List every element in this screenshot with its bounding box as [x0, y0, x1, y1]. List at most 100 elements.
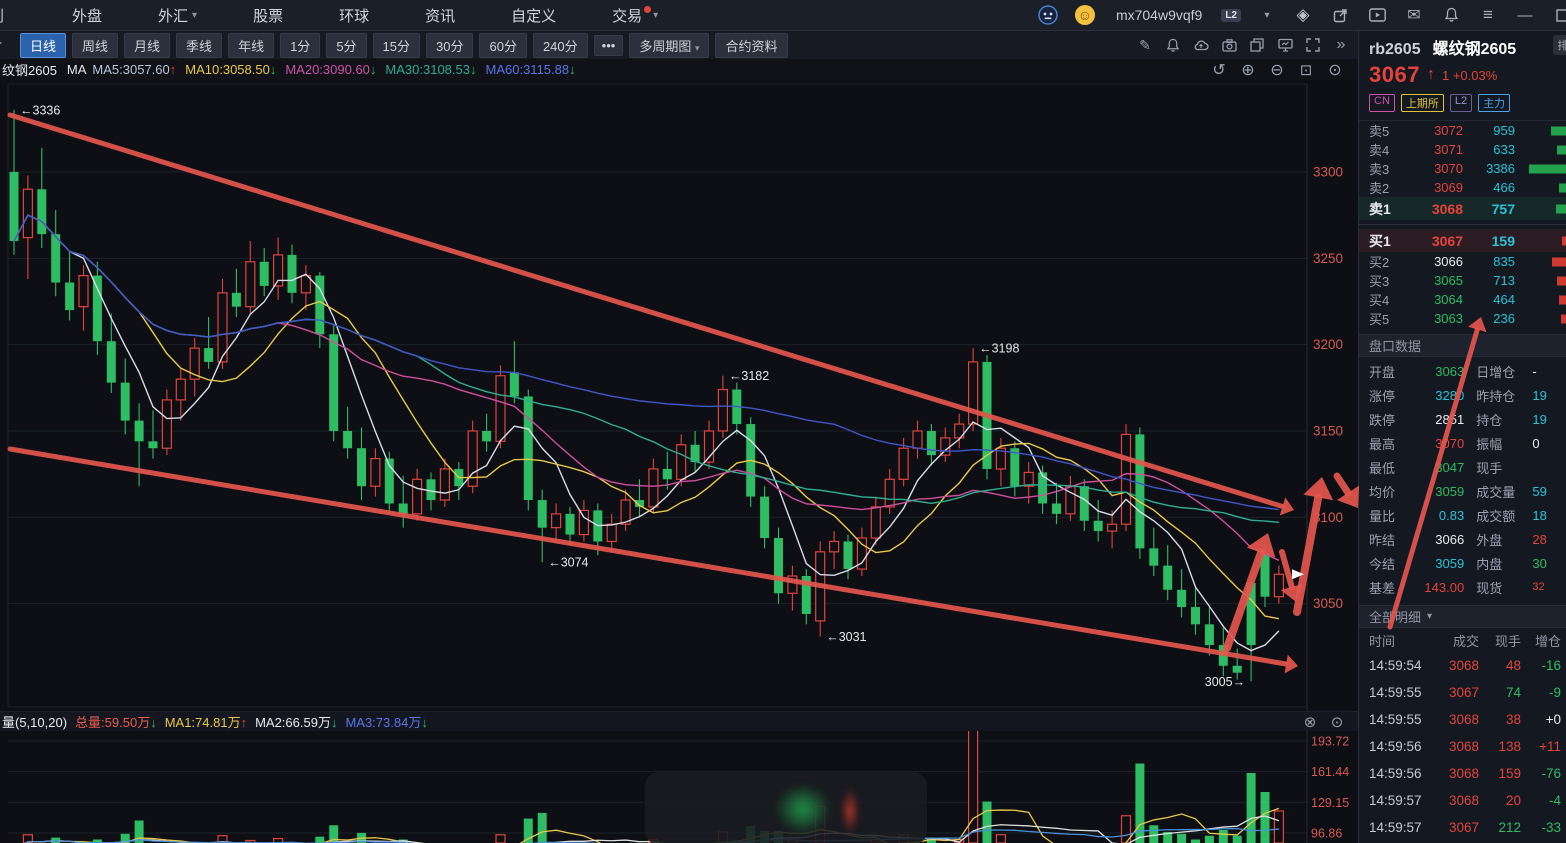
volume-ma-values: 总量:59.50万↓ MA1:74.81万↑ MA2:66.59万↓ MA3:73.8… — [75, 712, 428, 731]
menu-item-外盘[interactable]: 外盘 — [72, 5, 102, 26]
trade-qty: 38 — [1505, 712, 1521, 727]
camera-icon[interactable] — [1220, 36, 1238, 54]
tab-15分[interactable]: 15分 — [372, 32, 421, 58]
menu-item-资讯[interactable]: 资讯 — [425, 5, 455, 26]
alert-bell-icon[interactable] — [1164, 36, 1182, 54]
contract-info-button[interactable]: 合约资料 — [715, 32, 788, 58]
copy-windows-icon[interactable] — [1248, 36, 1266, 54]
fullscreen-icon[interactable] — [1304, 36, 1322, 54]
menu-item-自定义[interactable]: 自定义 — [511, 5, 556, 26]
tab-年线[interactable]: 年线 — [228, 32, 275, 58]
sell-level-row[interactable]: 卖2 3069 466 — [1359, 178, 1566, 197]
layers-icon[interactable]: ◈ — [1293, 5, 1313, 25]
sell-level-row[interactable]: 卖4 3071 633 — [1359, 140, 1566, 159]
level-label: 卖5 — [1369, 124, 1390, 139]
down-arrow-icon: ↓ — [369, 62, 377, 77]
indicator-settings-icon[interactable]: ⊙ — [1328, 713, 1346, 731]
pankou-value: 59 — [1532, 483, 1547, 499]
trade-detail-row: 14:59:55 3067 74 -9 — [1359, 679, 1566, 706]
tab-月线[interactable]: 月线 — [124, 32, 171, 58]
buy-level-row[interactable]: 买5 3063 236 — [1359, 309, 1566, 328]
buy-level-row[interactable]: 买1 3067 159 — [1359, 229, 1566, 252]
level-label: 买4 — [1369, 293, 1390, 308]
caret-down-icon: ▾ — [694, 42, 700, 53]
pankou-label: 日增仓 — [1476, 364, 1516, 380]
level-price: 3068 — [1431, 200, 1463, 217]
details-section-header[interactable]: 全部明细 ▾ — [1359, 605, 1566, 628]
assistant-robot-icon[interactable] — [1038, 5, 1058, 25]
pankou-value: 3070 — [1435, 435, 1465, 451]
pankou-label: 振幅 — [1476, 436, 1503, 452]
last-price: 3067 — [1369, 62, 1420, 87]
restore-window-icon[interactable]: ⊡ — [1297, 61, 1315, 79]
monitor-icon[interactable] — [1276, 36, 1294, 54]
tab-240分[interactable]: 240分 — [532, 32, 588, 58]
tab-5分[interactable]: 5分 — [326, 32, 367, 58]
maximize-icon[interactable] — [1552, 5, 1566, 25]
trade-price: 3067 — [1448, 685, 1479, 700]
buy-level-row[interactable]: 买3 3065 713 — [1359, 271, 1566, 290]
zoom-out-icon[interactable]: ⊖ — [1268, 61, 1286, 79]
trade-price: 3068 — [1448, 766, 1479, 781]
pankou-row: 今结 3059 内盘 30 — [1359, 551, 1566, 575]
video-icon[interactable] — [1367, 5, 1387, 25]
cloud-icon[interactable] — [1192, 36, 1210, 54]
undo-icon[interactable]: ↺ — [1210, 61, 1228, 79]
close-indicator-icon[interactable]: ⊗ — [1301, 713, 1319, 731]
trade-detail-row: 14:59:54 3068 48 -16 — [1359, 652, 1566, 679]
list-icon[interactable]: ≡ — [1478, 5, 1498, 25]
ma-prefix-label: MA — [66, 62, 87, 77]
user-avatar[interactable]: ☺ — [1074, 5, 1095, 25]
draw-pencil-icon[interactable]: ✎ — [1136, 36, 1154, 54]
tab-季线[interactable]: 季线 — [176, 32, 223, 58]
pankou-value: 143.00 — [1424, 579, 1465, 595]
sell-level-row[interactable]: 卖5 3072 959 — [1359, 121, 1566, 140]
more-periods-button[interactable]: ••• — [593, 34, 624, 56]
share-icon[interactable] — [1330, 5, 1350, 25]
menu-item-环球[interactable]: 环球 — [339, 5, 369, 26]
chart-tool-icons: ✎ » — [1136, 36, 1358, 54]
sell-level-row[interactable]: 卖1 3068 757 — [1359, 197, 1566, 220]
sell-level-row[interactable]: 卖3 3070 3386 — [1359, 159, 1566, 178]
trade-inc: +0 — [1545, 712, 1561, 727]
pankou-label: 跌停 — [1369, 412, 1396, 428]
bell-icon[interactable] — [1441, 5, 1461, 25]
pankou-label: 成交量 — [1476, 484, 1516, 500]
depth-bar — [1559, 183, 1566, 192]
depth-bar — [1529, 164, 1566, 173]
trade-qty: 212 — [1498, 820, 1521, 835]
menu-item-股票[interactable]: 股票 — [253, 5, 283, 26]
mail-icon[interactable]: ✉ — [1404, 5, 1424, 25]
zoom-in-icon[interactable]: ⊕ — [1239, 61, 1257, 79]
trade-inc: -9 — [1548, 685, 1561, 700]
col-price: 成交 — [1452, 633, 1479, 649]
svg-text:96.86: 96.86 — [1311, 826, 1342, 840]
menu-item-外汇[interactable]: 外汇 ▾ — [158, 5, 197, 26]
pankou-value: 3280 — [1435, 387, 1465, 403]
trade-price: 3068 — [1448, 658, 1479, 673]
indicator-value: 总量:59.50万 — [75, 715, 151, 730]
tab-1分[interactable]: 1分 — [280, 32, 321, 58]
buy-level-row[interactable]: 买4 3064 464 — [1359, 290, 1566, 309]
buy-level-row[interactable]: 买2 3066 835 — [1359, 252, 1566, 271]
collapse-panel-icon[interactable]: » — [1332, 36, 1350, 54]
tab-60分[interactable]: 60分 — [479, 32, 527, 58]
tab-周线[interactable]: 周线 — [72, 32, 119, 58]
down-arrow-icon: ↓ — [269, 62, 277, 77]
target-icon[interactable]: ⊙ — [1326, 61, 1344, 79]
minimize-icon[interactable]: — — [1515, 5, 1535, 25]
level-price: 3064 — [1434, 292, 1463, 307]
pankou-label: 持仓 — [1476, 412, 1503, 428]
menu-item-交易[interactable]: 交易 ▾ — [612, 5, 658, 26]
tab-日线[interactable]: 日线 — [20, 32, 67, 58]
pankou-label: 涨停 — [1369, 388, 1396, 404]
panel-corner-button[interactable]: 排 — [1553, 35, 1566, 55]
trade-inc: -33 — [1541, 820, 1561, 835]
username[interactable]: mx704w9vqf9 — [1116, 7, 1202, 23]
user-caret-icon[interactable]: ▾ — [1258, 6, 1276, 24]
multi-period-button[interactable]: 多周期图 ▾ — [629, 32, 710, 58]
volume-pane-icons: ⊗ ⊙ — [1301, 713, 1358, 731]
level-qty: 959 — [1493, 123, 1515, 138]
tab-30分[interactable]: 30分 — [426, 32, 474, 58]
pankou-section-header: 盘口数据 — [1359, 334, 1566, 357]
